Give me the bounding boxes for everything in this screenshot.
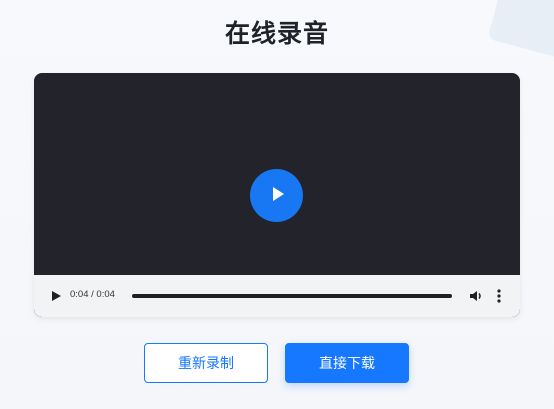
- big-play-button[interactable]: [250, 169, 303, 222]
- volume-button[interactable]: [468, 288, 484, 304]
- time-readout: 0:04 / 0:04: [70, 289, 115, 300]
- page-title: 在线录音: [224, 19, 329, 48]
- progress-fill: [132, 294, 452, 298]
- play-icon: [266, 183, 288, 209]
- rerecord-label: 重新录制: [178, 356, 234, 372]
- rerecord-button[interactable]: 重新录制: [144, 343, 268, 383]
- player-controls: 0:04 / 0:04: [34, 275, 520, 317]
- volume-icon: [468, 289, 484, 308]
- progress-slider[interactable]: [132, 294, 452, 298]
- audio-player: 0:04 / 0:04: [34, 73, 520, 317]
- play-icon: [50, 287, 62, 306]
- play-button[interactable]: [48, 288, 64, 304]
- more-options-button[interactable]: [492, 288, 506, 304]
- download-label: 直接下载: [319, 356, 375, 372]
- download-button[interactable]: 直接下载: [285, 343, 409, 383]
- page: 在线录音 0:04 / 0:04 重新录制 直接下载: [0, 0, 554, 409]
- more-vertical-icon: [492, 289, 506, 308]
